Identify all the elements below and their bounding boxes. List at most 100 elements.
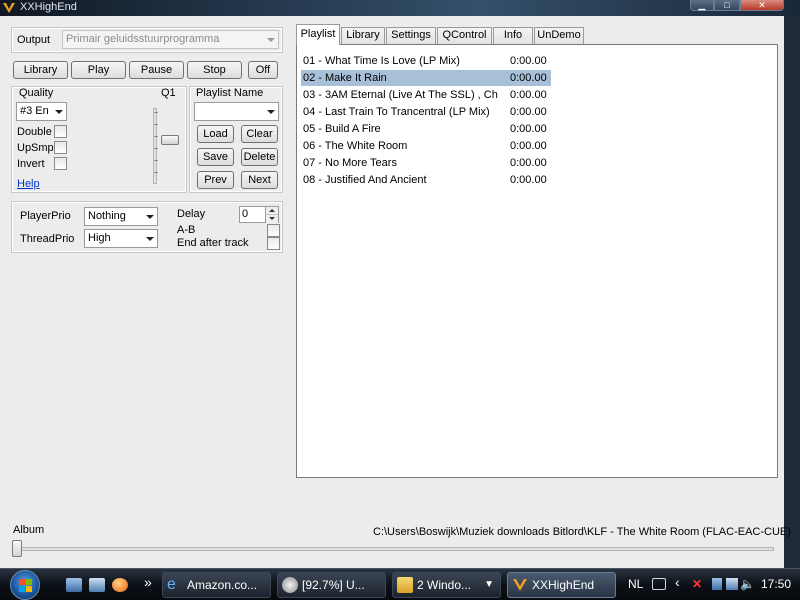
invert-checkbox[interactable] [54, 157, 67, 170]
spin-down-icon[interactable] [265, 215, 278, 223]
antivirus-icon[interactable]: ✕ [692, 577, 702, 591]
track-duration: 0:00.00 [510, 140, 547, 152]
device-icon[interactable] [712, 578, 722, 590]
thread-prio-value: High [88, 232, 111, 244]
engine-select[interactable]: #3 En [16, 102, 67, 121]
off-button[interactable]: Off [248, 61, 278, 79]
taskbar-item-amazon[interactable]: e Amazon.co... [162, 572, 271, 598]
eac-icon [282, 577, 298, 593]
track-duration: 0:00.00 [510, 174, 547, 186]
close-button[interactable]: ✕ [740, 0, 784, 11]
q-level-label: Q1 [161, 87, 176, 99]
list-item[interactable]: 06 - The White Room 0:00.00 [301, 138, 551, 154]
album-path: C:\Users\Boswijk\Muziek downloads Bitlor… [373, 526, 791, 538]
playlist-name-select[interactable] [194, 102, 279, 121]
slider-tick [154, 160, 158, 161]
maximize-button[interactable]: □ [714, 0, 740, 11]
playlist-list[interactable]: 01 - What Time Is Love (LP Mix) 0:00.00 … [296, 44, 778, 478]
player-prio-select[interactable]: Nothing [84, 207, 158, 226]
tab-info[interactable]: Info [493, 27, 533, 44]
engine-value: #3 En [20, 105, 49, 117]
xxhighend-logo-icon [3, 3, 15, 13]
list-item[interactable]: 07 - No More Tears 0:00.00 [301, 155, 551, 171]
end-after-track-checkbox[interactable] [267, 237, 280, 250]
progress-slider-thumb[interactable] [12, 540, 22, 557]
list-item[interactable]: 05 - Build A Fire 0:00.00 [301, 121, 551, 137]
ie-icon: e [167, 576, 176, 593]
list-item[interactable]: 02 - Make It Rain 0:00.00 [301, 70, 551, 86]
slider-tick [154, 172, 158, 173]
track-duration: 0:00.00 [510, 55, 547, 67]
delete-button[interactable]: Delete [241, 148, 278, 166]
tab-qcontrol[interactable]: QControl [437, 27, 492, 44]
slider-tick [154, 136, 158, 137]
invert-label: Invert [17, 158, 45, 170]
start-button[interactable] [10, 570, 40, 600]
slider-tick [154, 124, 158, 125]
stop-button[interactable]: Stop [187, 61, 242, 79]
track-title: 01 - What Time Is Love (LP Mix) [303, 55, 460, 67]
minimize-button[interactable]: ▁ [690, 0, 714, 11]
progress-slider-track[interactable] [12, 547, 774, 551]
network-icon[interactable] [726, 578, 738, 590]
taskbar: » e Amazon.co... [92.7%] U... 2 Windo...… [0, 568, 800, 600]
thread-prio-label: ThreadPrio [20, 233, 75, 245]
language-indicator[interactable]: NL [628, 577, 643, 591]
track-title: 04 - Last Train To Trancentral (LP Mix) [303, 106, 490, 118]
save-button[interactable]: Save [197, 148, 234, 166]
double-checkbox[interactable] [54, 125, 67, 138]
spin-up-icon[interactable] [265, 207, 278, 215]
list-item[interactable]: 01 - What Time Is Love (LP Mix) 0:00.00 [301, 53, 551, 69]
show-desktop-icon[interactable] [66, 578, 82, 592]
library-button[interactable]: Library [13, 61, 68, 79]
firefox-icon[interactable] [112, 578, 128, 592]
quicklaunch-more-button[interactable]: » [144, 574, 152, 590]
double-label: Double [17, 126, 52, 138]
switch-windows-icon[interactable] [89, 578, 105, 592]
taskbar-item-label: 2 Windo... [417, 578, 472, 592]
pause-button[interactable]: Pause [129, 61, 184, 79]
clock[interactable]: 17:50 [761, 577, 791, 591]
tab-undemo[interactable]: UnDemo [534, 27, 584, 44]
tray-expand-icon[interactable]: ‹ [675, 574, 680, 590]
ab-checkbox[interactable] [267, 224, 280, 237]
delay-value: 0 [242, 208, 249, 220]
load-button[interactable]: Load [197, 125, 234, 143]
delay-spinner[interactable]: 0 [239, 206, 279, 223]
list-item[interactable]: 04 - Last Train To Trancentral (LP Mix) … [301, 104, 551, 120]
taskbar-item-windows-group[interactable]: 2 Windo... ▼ [392, 572, 501, 598]
volume-icon[interactable]: 🔈 [740, 577, 755, 591]
prev-button[interactable]: Prev [197, 171, 234, 189]
output-device-select[interactable]: Primair geluidsstuurprogramma [62, 30, 279, 49]
help-link[interactable]: Help [17, 178, 40, 190]
tab-settings[interactable]: Settings [386, 27, 436, 44]
taskbar-item-xxhighend[interactable]: XXHighEnd [507, 572, 616, 598]
list-item[interactable]: 08 - Justified And Ancient 0:00.00 [301, 172, 551, 188]
tab-playlist[interactable]: Playlist [296, 24, 340, 45]
output-device-value: Primair geluidsstuurprogramma [66, 33, 220, 45]
quality-slider-thumb[interactable] [161, 135, 179, 145]
track-duration: 0:00.00 [510, 157, 547, 169]
window-title: XXHighEnd [20, 1, 77, 13]
taskbar-item-eac[interactable]: [92.7%] U... [277, 572, 386, 598]
list-item[interactable]: 03 - 3AM Eternal (Live At The SSL) , Ch … [301, 87, 551, 103]
album-label: Album [13, 524, 45, 536]
chevron-down-icon [55, 110, 63, 114]
next-button[interactable]: Next [241, 171, 278, 189]
chevron-down-icon [146, 237, 154, 241]
clear-button[interactable]: Clear [241, 125, 278, 143]
title-bar[interactable]: XXHighEnd ▁ □ ✕ [0, 0, 800, 16]
track-title: 05 - Build A Fire [303, 123, 381, 135]
thread-prio-select[interactable]: High [84, 229, 158, 248]
chevron-down-icon [267, 38, 275, 42]
keyboard-icon[interactable] [652, 578, 666, 590]
tab-library[interactable]: Library [341, 27, 385, 44]
play-button[interactable]: Play [71, 61, 126, 79]
chevron-down-icon: ▼ [484, 579, 494, 590]
track-duration: 0:00.00 [510, 72, 547, 84]
track-duration: 0:00.00 [510, 106, 547, 118]
delay-label: Delay [177, 208, 206, 220]
slider-tick [154, 148, 158, 149]
track-title: 03 - 3AM Eternal (Live At The SSL) , Ch [303, 89, 498, 101]
upsmp-checkbox[interactable] [54, 141, 67, 154]
